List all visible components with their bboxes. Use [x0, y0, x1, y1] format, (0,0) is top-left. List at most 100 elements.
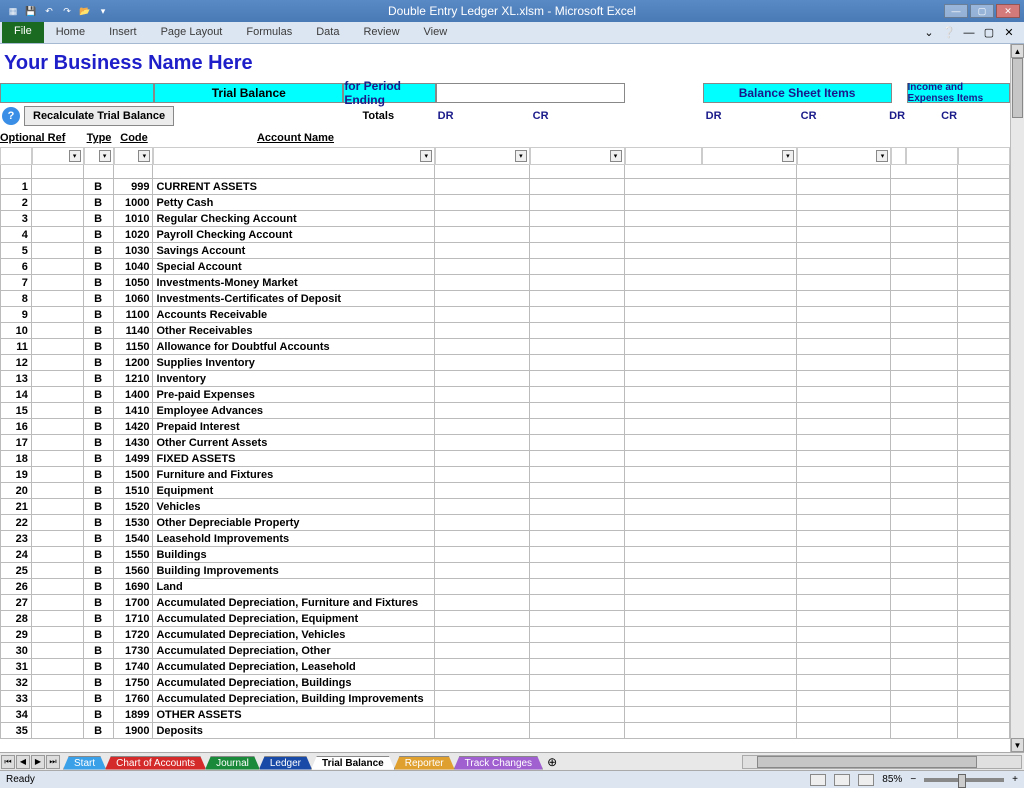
cell-optional-ref[interactable] [32, 659, 84, 675]
cell-ie-cr[interactable] [958, 339, 1010, 355]
cell-cr[interactable] [530, 259, 625, 275]
table-row[interactable]: 33B1760Accumulated Depreciation, Buildin… [0, 691, 1010, 707]
filter-dropdown-icon[interactable]: ▾ [138, 150, 150, 162]
cell-bs-dr[interactable] [702, 419, 797, 435]
cell-dr[interactable] [435, 179, 530, 195]
cell-ie-dr[interactable] [906, 611, 958, 627]
cell-ie-cr[interactable] [958, 307, 1010, 323]
cell-bs-cr[interactable] [797, 291, 892, 307]
undo-icon[interactable]: ↶ [42, 4, 56, 18]
cell-bs-cr[interactable] [797, 483, 892, 499]
sheet-tab-track-changes[interactable]: Track Changes [454, 756, 543, 770]
cell-ie-dr[interactable] [906, 291, 958, 307]
cell-dr[interactable] [435, 595, 530, 611]
cell-code[interactable]: 1200 [114, 355, 154, 371]
cell-account-name[interactable]: Accounts Receivable [153, 307, 435, 323]
cell-account-name[interactable]: Investments-Money Market [153, 275, 435, 291]
cell-bs-cr[interactable] [797, 547, 892, 563]
cell-account-name[interactable]: Prepaid Interest [153, 419, 435, 435]
table-row[interactable]: 35B1900Deposits [0, 723, 1010, 739]
data-grid[interactable]: 1B999CURRENT ASSETS2B1000Petty Cash3B101… [0, 179, 1010, 739]
cell-cr[interactable] [530, 339, 625, 355]
zoom-in-icon[interactable]: + [1012, 774, 1018, 785]
cell-type[interactable]: B [84, 339, 114, 355]
cell-account-name[interactable]: Supplies Inventory [153, 355, 435, 371]
cell-bs-dr[interactable] [702, 707, 797, 723]
cell-ie-cr[interactable] [958, 675, 1010, 691]
cell-cr[interactable] [530, 691, 625, 707]
cell-optional-ref[interactable] [32, 531, 84, 547]
cell-type[interactable]: B [84, 643, 114, 659]
cell-cr[interactable] [530, 627, 625, 643]
scroll-thumb[interactable] [1012, 58, 1023, 118]
cell-bs-dr[interactable] [702, 467, 797, 483]
cell-bs-cr[interactable] [797, 611, 892, 627]
redo-icon[interactable]: ↷ [60, 4, 74, 18]
cell-type[interactable]: B [84, 659, 114, 675]
cell-account-name[interactable]: Vehicles [153, 499, 435, 515]
cell-optional-ref[interactable] [32, 243, 84, 259]
cell-ie-dr[interactable] [906, 387, 958, 403]
cell-optional-ref[interactable] [32, 211, 84, 227]
cell-cr[interactable] [530, 483, 625, 499]
cell-code[interactable]: 1899 [114, 707, 154, 723]
cell-bs-cr[interactable] [797, 387, 892, 403]
table-row[interactable]: 34B1899OTHER ASSETS [0, 707, 1010, 723]
table-row[interactable]: 16B1420Prepaid Interest [0, 419, 1010, 435]
cell-ie-dr[interactable] [906, 355, 958, 371]
recalculate-button[interactable]: Recalculate Trial Balance [24, 106, 174, 126]
vertical-scrollbar[interactable]: ▲ ▼ [1010, 44, 1024, 752]
sheet-tab-start[interactable]: Start [63, 756, 106, 770]
cell-account-name[interactable]: Special Account [153, 259, 435, 275]
cell-dr[interactable] [435, 323, 530, 339]
table-row[interactable]: 12B1200Supplies Inventory [0, 355, 1010, 371]
cell-bs-dr[interactable] [702, 675, 797, 691]
cell-ie-dr[interactable] [906, 179, 958, 195]
cell-bs-cr[interactable] [797, 467, 892, 483]
cell-bs-cr[interactable] [797, 451, 892, 467]
cell-cr[interactable] [530, 499, 625, 515]
cell-bs-dr[interactable] [702, 195, 797, 211]
cell-type[interactable]: B [84, 275, 114, 291]
table-row[interactable]: 5B1030Savings Account [0, 243, 1010, 259]
cell-ie-dr[interactable] [906, 483, 958, 499]
cell-ie-cr[interactable] [958, 723, 1010, 739]
cell-code[interactable]: 1510 [114, 483, 154, 499]
cell-code[interactable]: 1050 [114, 275, 154, 291]
filter-dropdown-icon[interactable]: ▾ [782, 150, 794, 162]
window-restore-icon[interactable]: ▢ [982, 26, 996, 40]
cell-ie-dr[interactable] [906, 211, 958, 227]
cell-optional-ref[interactable] [32, 419, 84, 435]
cell-bs-cr[interactable] [797, 707, 892, 723]
cell-ie-cr[interactable] [958, 627, 1010, 643]
cell-dr[interactable] [435, 579, 530, 595]
table-row[interactable]: 30B1730Accumulated Depreciation, Other [0, 643, 1010, 659]
cell-ie-cr[interactable] [958, 259, 1010, 275]
cell-cr[interactable] [530, 195, 625, 211]
cell-ie-dr[interactable] [906, 707, 958, 723]
table-row[interactable]: 27B1700Accumulated Depreciation, Furnitu… [0, 595, 1010, 611]
cell-code[interactable]: 1030 [114, 243, 154, 259]
cell-dr[interactable] [435, 435, 530, 451]
cell-bs-cr[interactable] [797, 211, 892, 227]
cell-bs-dr[interactable] [702, 259, 797, 275]
cell-ie-cr[interactable] [958, 547, 1010, 563]
window-close-icon[interactable]: ✕ [1002, 26, 1016, 40]
cell-dr[interactable] [435, 499, 530, 515]
cell-type[interactable]: B [84, 419, 114, 435]
cell-type[interactable]: B [84, 211, 114, 227]
cell-ie-cr[interactable] [958, 515, 1010, 531]
cell-ie-cr[interactable] [958, 323, 1010, 339]
cell-cr[interactable] [530, 579, 625, 595]
cell-ie-dr[interactable] [906, 275, 958, 291]
cell-ie-cr[interactable] [958, 403, 1010, 419]
cell-dr[interactable] [435, 547, 530, 563]
cell-optional-ref[interactable] [32, 707, 84, 723]
cell-type[interactable]: B [84, 435, 114, 451]
cell-bs-cr[interactable] [797, 499, 892, 515]
cell-cr[interactable] [530, 611, 625, 627]
cell-type[interactable]: B [84, 579, 114, 595]
cell-bs-dr[interactable] [702, 659, 797, 675]
cell-cr[interactable] [530, 563, 625, 579]
cell-code[interactable]: 1500 [114, 467, 154, 483]
